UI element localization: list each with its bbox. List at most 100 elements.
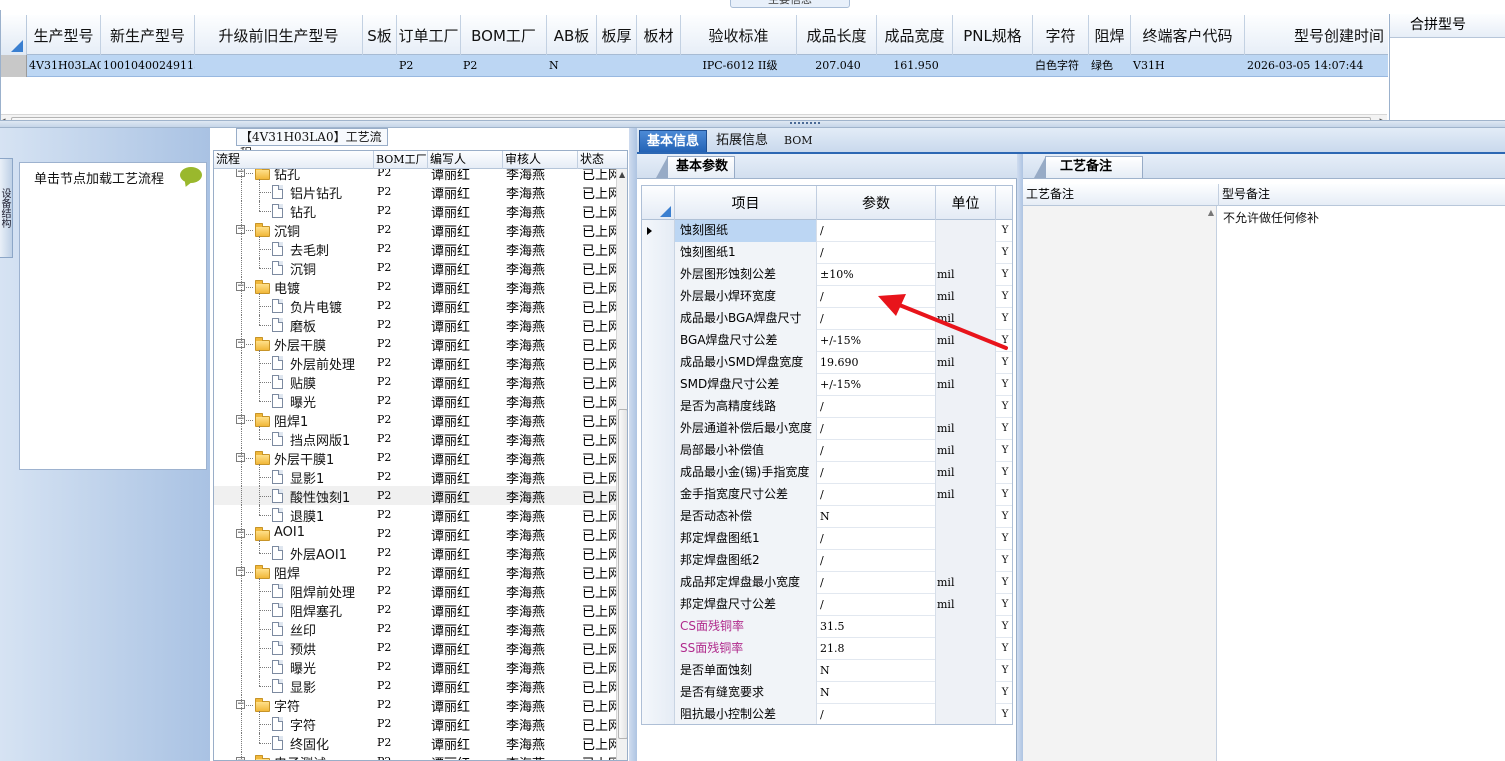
row-selector[interactable] (642, 528, 675, 550)
param-row[interactable]: 是否动态补偿 N Y (642, 506, 1012, 528)
param-flag-cell[interactable]: Y (996, 220, 1012, 242)
param-item-cell[interactable]: 阻抗最小控制公差 (675, 704, 817, 724)
param-row[interactable]: 邦定焊盘图纸1/ Y (642, 528, 1012, 550)
col-header-item[interactable]: 项目 (675, 186, 817, 220)
param-row[interactable]: 蚀刻图纸1/ Y (642, 242, 1012, 264)
param-flag-cell[interactable]: Y (996, 550, 1012, 572)
col-header-pnl-spec[interactable]: PNL规格 (953, 15, 1033, 55)
col-header-board-thickness[interactable]: 板厚 (597, 15, 637, 55)
tree-folder-row[interactable]: −阻焊1P2谭丽红李海燕已上网 (214, 410, 616, 430)
param-item-cell[interactable]: SMD焊盘尺寸公差 (675, 374, 817, 396)
param-unit-cell[interactable]: mil (936, 484, 996, 506)
tree-step-row[interactable]: 外层AOI1 P2 谭丽红 李海燕 已上网 (214, 543, 616, 563)
tree-step-row[interactable]: 去毛刺 P2 谭丽红 李海燕 已上网 (214, 239, 616, 259)
row-selector[interactable] (642, 418, 675, 440)
col-header-process-memo[interactable]: 工艺备注 (1023, 184, 1219, 206)
process-memo-field[interactable]: ▲ (1023, 206, 1217, 761)
param-item-cell[interactable]: 邦定焊盘图纸2 (675, 550, 817, 572)
param-row[interactable]: 成品最小金(锡)手指宽度 / mil Y (642, 462, 1012, 484)
param-flag-cell[interactable]: Y (996, 242, 1012, 264)
col-header-production-model[interactable]: 生产型号 (27, 15, 101, 55)
param-unit-cell[interactable] (936, 396, 996, 418)
param-row[interactable]: 邦定焊盘尺寸公差 / mil Y (642, 594, 1012, 616)
tab-basic-info[interactable]: 基本信息 (639, 130, 708, 152)
main-row-cell[interactable]: 4V31H03LA0 (27, 55, 101, 77)
param-item-cell[interactable]: 蚀刻图纸1 (675, 242, 817, 264)
side-tab-equipment[interactable]: 设备结构 (0, 158, 13, 258)
tree-folder-row[interactable]: −阻焊P2谭丽红李海燕已上网 (214, 562, 616, 582)
col-header-old-production-model[interactable]: 升级前旧生产型号 (195, 15, 363, 55)
param-row[interactable]: SS面残铜率 21.8 Y (642, 638, 1012, 660)
tree-step-row[interactable]: 钻孔 P2 谭丽红 李海燕 已上网 (214, 201, 616, 221)
param-flag-cell[interactable]: Y (996, 704, 1012, 724)
scroll-up-icon[interactable]: ▲ (619, 170, 625, 179)
col-header-solder-mask[interactable]: 阻焊 (1089, 15, 1131, 55)
main-row-cell[interactable]: 白色字符 (1033, 55, 1089, 77)
tree-folder-row[interactable]: −沉铜P2谭丽红李海燕已上网 (214, 220, 616, 240)
param-unit-cell[interactable] (936, 638, 996, 660)
param-flag-cell[interactable]: Y (996, 484, 1012, 506)
tab-bom[interactable]: BOM (777, 130, 820, 152)
tree-step-row[interactable]: 负片电镀 P2 谭丽红 李海燕 已上网 (214, 296, 616, 316)
param-value-cell[interactable]: / (817, 462, 936, 484)
param-flag-cell[interactable]: Y (996, 440, 1012, 462)
tree-step-row[interactable]: 贴膜 P2 谭丽红 李海燕 已上网 (214, 372, 616, 392)
param-item-cell[interactable]: 邦定焊盘图纸1 (675, 528, 817, 550)
param-unit-cell[interactable]: mil (936, 418, 996, 440)
param-flag-cell[interactable]: Y (996, 506, 1012, 528)
col-header-board-material[interactable]: 板材 (637, 15, 681, 55)
col-header-unit[interactable]: 单位 (936, 186, 996, 220)
param-row[interactable]: 邦定焊盘图纸2/ Y (642, 550, 1012, 572)
col-header-param[interactable]: 参数 (817, 186, 936, 220)
param-value-cell[interactable]: +/-15% (817, 374, 936, 396)
tree-step-row[interactable]: 显影1 P2 谭丽红 李海燕 已上网 (214, 467, 616, 487)
main-row-cell[interactable]: IPC-6012 II级 (681, 55, 797, 77)
col-header-product-length[interactable]: 成品长度 (797, 15, 877, 55)
main-row-cell[interactable] (637, 55, 681, 77)
param-flag-cell[interactable]: Y (996, 528, 1012, 550)
param-flag-cell[interactable]: Y (996, 638, 1012, 660)
tree-folder-row[interactable]: −电镀P2谭丽红李海燕已上网 (214, 277, 616, 297)
main-row-cell[interactable]: P2 (461, 55, 547, 77)
param-row[interactable]: SMD焊盘尺寸公差 +/-15% mil Y (642, 374, 1012, 396)
process-tree-vscrollbar[interactable]: ▲ (616, 169, 627, 760)
node-load-box[interactable]: 单击节点加载工艺流程 (19, 162, 207, 470)
param-item-cell[interactable]: 成品最小SMD焊盘宽度 (675, 352, 817, 374)
row-selector[interactable] (642, 484, 675, 506)
col-header-order-factory[interactable]: 订单工厂 (397, 15, 461, 55)
param-unit-cell[interactable]: mil (936, 264, 996, 286)
main-row-cell[interactable] (195, 55, 363, 77)
col-header-model-memo[interactable]: 型号备注 (1219, 184, 1505, 206)
param-flag-cell[interactable]: Y (996, 660, 1012, 682)
row-selector[interactable] (642, 506, 675, 528)
main-row-cell[interactable] (363, 55, 397, 77)
param-value-cell[interactable]: / (817, 418, 936, 440)
col-header-acceptance-standard[interactable]: 验收标准 (681, 15, 797, 55)
param-value-cell[interactable]: 21.8 (817, 638, 936, 660)
row-selector[interactable] (642, 682, 675, 704)
tree-step-row[interactable]: 终固化 P2 谭丽红 李海燕 已上网 (214, 733, 616, 753)
row-selector[interactable] (1, 55, 27, 77)
param-value-cell[interactable]: / (817, 396, 936, 418)
param-item-cell[interactable]: CS面残铜率 (675, 616, 817, 638)
tree-step-row[interactable]: 沉铜 P2 谭丽红 李海燕 已上网 (214, 258, 616, 278)
param-value-cell[interactable]: / (817, 704, 936, 724)
param-value-cell[interactable]: / (817, 550, 936, 572)
scroll-up-icon[interactable]: ▲ (1208, 208, 1214, 217)
param-value-cell[interactable]: 31.5 (817, 616, 936, 638)
row-selector[interactable] (642, 616, 675, 638)
param-item-cell[interactable]: 是否单面蚀刻 (675, 660, 817, 682)
row-selector[interactable] (642, 638, 675, 660)
tree-step-row[interactable]: 曝光 P2 谭丽红 李海燕 已上网 (214, 391, 616, 411)
tree-step-row[interactable]: 阻焊前处理 P2 谭丽红 李海燕 已上网 (214, 581, 616, 601)
main-row-cell[interactable] (953, 55, 1033, 77)
row-selector[interactable] (642, 286, 675, 308)
param-value-cell[interactable]: N (817, 506, 936, 528)
param-row[interactable]: 阻抗最小控制公差 / Y (642, 704, 1012, 724)
tree-folder-row[interactable]: −电子测试P2谭丽红李海燕已上网 (214, 752, 616, 760)
main-row-cell[interactable]: P2 (397, 55, 461, 77)
middle-splitter[interactable] (629, 128, 637, 761)
param-item-cell[interactable]: 局部最小补偿值 (675, 440, 817, 462)
tree-folder-row[interactable]: −钻孔P2谭丽红李海燕已上网 (214, 169, 616, 183)
param-unit-cell[interactable] (936, 506, 996, 528)
